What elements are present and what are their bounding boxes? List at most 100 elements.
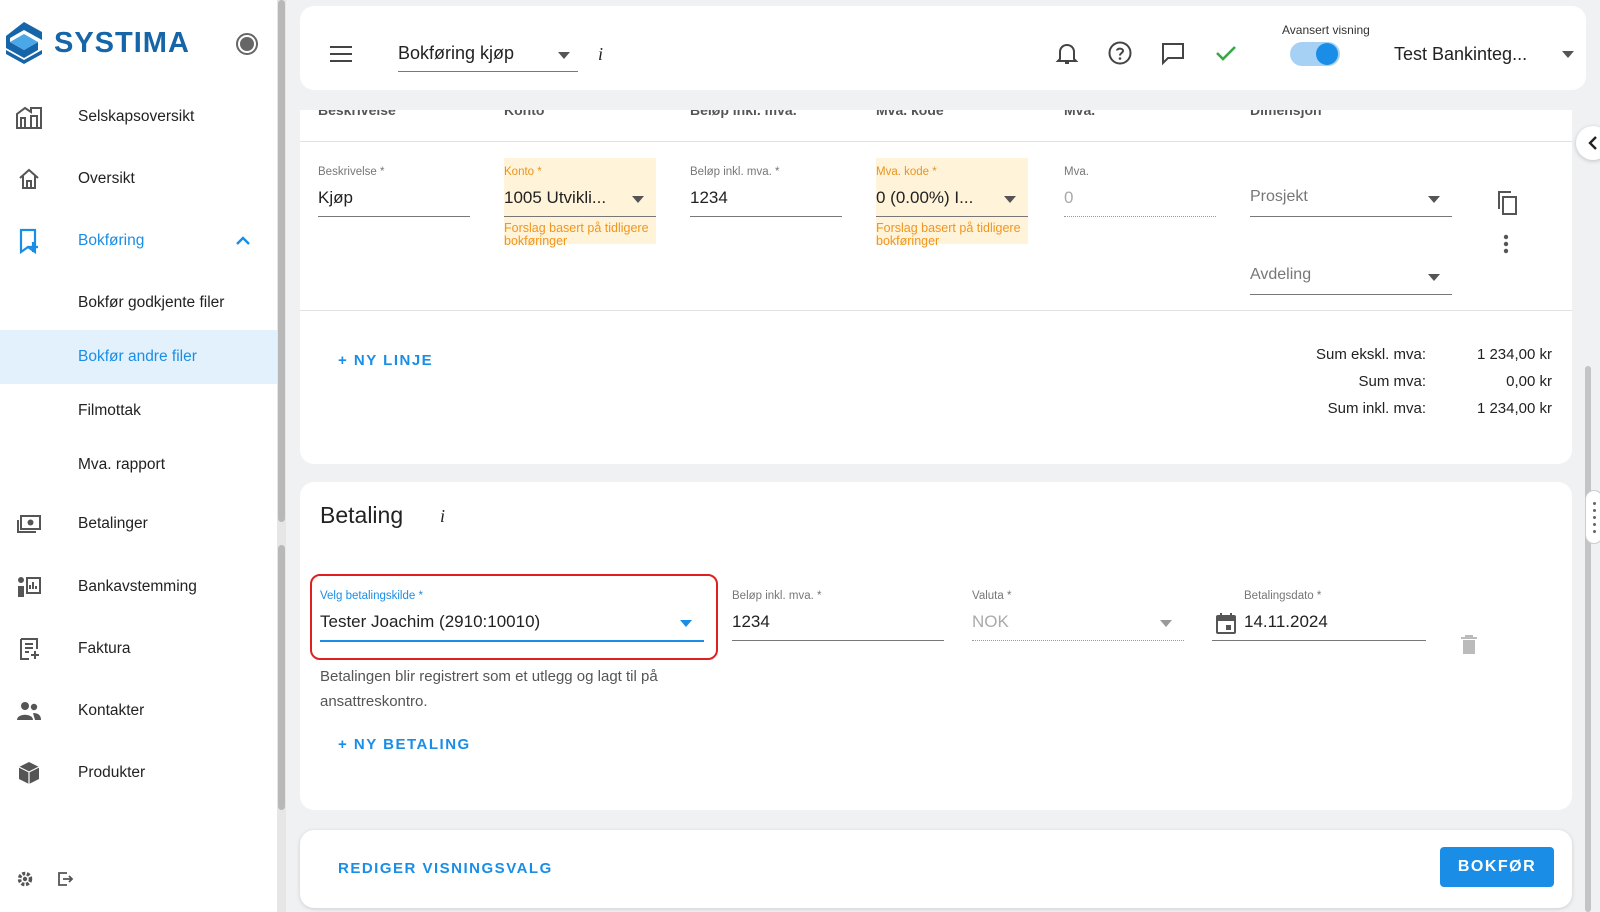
sidebar-scrollbar[interactable] [277, 0, 286, 912]
box-icon [15, 759, 43, 787]
vat-code-field[interactable]: Mva. kode * 0 (0.00%) I... Forslag baser… [876, 158, 1028, 248]
field-value: 0 (0.00%) I... [876, 188, 974, 207]
company-name[interactable]: Test Bankinteg... [1394, 44, 1527, 65]
bell-icon[interactable] [1054, 40, 1080, 66]
main-content: Bokføring kjøp i Avansert visning Test B… [286, 0, 1600, 912]
calendar-icon[interactable] [1216, 612, 1236, 634]
top-bar: Bokføring kjøp i Avansert visning Test B… [300, 6, 1586, 90]
field-value: 0 [1064, 188, 1074, 207]
sidebar-footer [16, 870, 74, 888]
sidebar-item-bokforing[interactable]: Bokføring [0, 214, 277, 268]
more-vert-icon[interactable] [1503, 234, 1509, 254]
field-value: Kjøp [318, 188, 353, 207]
sidebar-item-label: Filmottak [78, 402, 141, 419]
advanced-view-label: Avansert visning [1282, 23, 1370, 37]
chevron-down-icon [1004, 196, 1016, 203]
bottom-action-bar: REDIGER VISNINGSVALG BOKFØR [300, 830, 1572, 908]
sidebar-item-label: Betalinger [78, 515, 148, 532]
logout-icon[interactable] [56, 870, 74, 888]
field-value: NOK [972, 612, 1009, 631]
home-icon [15, 165, 43, 193]
scrollbar-thumb[interactable] [278, 545, 285, 810]
advanced-view-toggle[interactable] [1290, 42, 1340, 66]
page-type-value: Bokføring kjøp [398, 43, 515, 63]
field-value: 1005 Utvikli... [504, 188, 607, 207]
post-button[interactable]: BOKFØR [1440, 847, 1554, 887]
payment-note: Betalingen blir registrert som et utlegg… [320, 668, 658, 710]
account-field[interactable]: Konto * 1005 Utvikli... Forslag basert p… [504, 158, 656, 248]
chat-icon[interactable] [1160, 40, 1186, 66]
sidebar-item-kontakter[interactable]: Kontakter [0, 684, 277, 738]
sidebar-item-produkter[interactable]: Produkter [0, 746, 277, 800]
info-icon[interactable]: i [598, 44, 603, 65]
field-placeholder: Avdeling [1250, 266, 1312, 283]
sidebar-item-betalinger[interactable]: Betalinger [0, 497, 277, 551]
toggle-knob [1316, 43, 1338, 65]
sidebar-item-bokfor-godkjente-filer[interactable]: Bokfør godkjente filer [0, 276, 277, 330]
column-header: Mva. [1064, 110, 1096, 118]
payment-source-select[interactable]: Velg betalingskilde * Tester Joachim (29… [320, 582, 704, 642]
sidebar-item-selskapsoversikt[interactable]: Selskapsoversikt [0, 90, 277, 144]
sidebar-item-faktura[interactable]: Faktura [0, 622, 277, 676]
invoice-icon [15, 635, 43, 663]
sidebar-item-label: Bokfør andre filer [78, 348, 197, 365]
sidebar-item-filmottak[interactable]: Filmottak [0, 384, 277, 438]
sidebar-item-label: Faktura [78, 640, 131, 657]
department-select[interactable]: Avdeling [1250, 236, 1452, 296]
trash-icon[interactable] [1460, 634, 1478, 656]
copy-icon[interactable] [1496, 190, 1518, 216]
cash-icon [15, 510, 43, 538]
payment-date-field[interactable]: Betalingsdato * 14.11.2024 [1212, 582, 1426, 642]
field-value: Tester Joachim (2910:10010) [320, 612, 541, 631]
payment-card: Betaling i Velg betalingskilde * Tester … [300, 482, 1572, 810]
sum-row: Sum inkl. mva: 1 234,00 kr [1266, 400, 1552, 427]
gear-icon[interactable] [16, 870, 34, 888]
description-field[interactable]: Beskrivelse * Kjøp [318, 158, 470, 218]
field-label: Mva. kode * [876, 166, 937, 178]
sidebar-item-label: Produkter [78, 764, 146, 781]
help-icon[interactable] [1107, 40, 1133, 66]
sum-value: 1 234,00 kr [1476, 400, 1552, 417]
chevron-down-icon [1428, 196, 1440, 203]
check-icon[interactable] [1213, 40, 1239, 66]
sidebar-item-label: Oversikt [78, 170, 135, 187]
sidebar-item-label: Bokfør godkjente filer [78, 294, 225, 311]
sidebar-item-label: Selskapsoversikt [78, 108, 195, 125]
divider [300, 310, 1572, 311]
sidebar-item-bankavstemming[interactable]: Bankavstemming [0, 560, 277, 614]
resize-handle[interactable] [1585, 490, 1600, 544]
scrollbar-thumb[interactable] [278, 0, 285, 522]
chevron-up-icon[interactable] [236, 236, 250, 246]
collapse-panel-button[interactable] [1576, 126, 1600, 160]
project-select[interactable]: Prosjekt [1250, 158, 1452, 218]
payment-title: Betaling [320, 502, 404, 528]
systima-logo-icon [6, 22, 42, 64]
new-line-button[interactable]: + NY LINJE [338, 352, 433, 369]
sidebar-item-mva-rapport[interactable]: Mva. rapport [0, 438, 277, 492]
info-icon[interactable]: i [440, 506, 445, 527]
brand-logo[interactable]: SYSTIMA [4, 20, 190, 66]
sidebar-item-bokfor-andre-filer[interactable]: Bokfør andre filer [0, 330, 277, 384]
sum-value: 0,00 kr [1506, 373, 1552, 390]
scrollbar-thumb[interactable] [1585, 366, 1591, 912]
field-value: 1234 [690, 188, 728, 207]
field-label: Konto * [504, 166, 542, 178]
chevron-down-icon[interactable] [1562, 51, 1574, 58]
edit-view-options-button[interactable]: REDIGER VISNINGSVALG [338, 860, 553, 877]
menu-icon[interactable] [330, 46, 352, 67]
amount-field[interactable]: Beløp inkl. mva. * 1234 [690, 158, 842, 218]
column-header: Mva. kode [876, 110, 944, 118]
field-value: 14.11.2024 [1244, 612, 1328, 631]
sums-summary: Sum ekskl. mva: 1 234,00 kr Sum mva: 0,00 … [1266, 346, 1552, 427]
sidebar-item-label: Bankavstemming [78, 578, 197, 595]
sum-value: 1 234,00 kr [1476, 346, 1552, 363]
new-payment-button[interactable]: + NY BETALING [338, 736, 471, 753]
suggestion-hint: Forslag basert på tidligere bokføringer [504, 221, 649, 248]
sidebar-item-oversikt[interactable]: Oversikt [0, 152, 277, 206]
sum-row: Sum ekskl. mva: 1 234,00 kr [1266, 346, 1552, 373]
record-icon[interactable] [236, 33, 258, 55]
chevron-down-icon [558, 52, 570, 59]
field-label: Beskrivelse * [318, 166, 385, 178]
payment-amount-field[interactable]: Beløp inkl. mva. * 1234 [732, 582, 944, 642]
page-type-select[interactable]: Bokføring kjøp [398, 36, 578, 72]
